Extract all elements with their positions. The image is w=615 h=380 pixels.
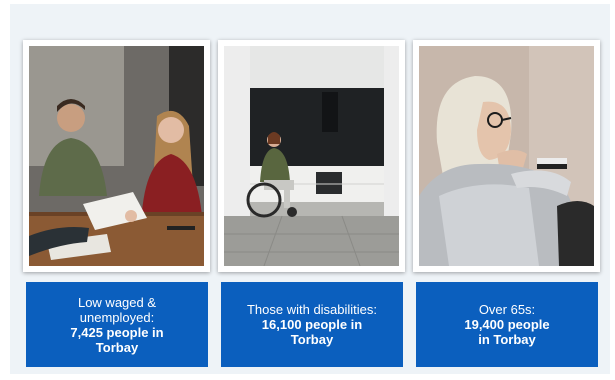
slide-panel: Low waged & unemployed: 7,425 people in …	[10, 4, 610, 374]
caption-disabilities: Those with disabilities: 16,100 people i…	[221, 282, 403, 367]
caption-stat: 7,425 people in	[70, 324, 164, 340]
photo-card-low-waged	[23, 40, 210, 272]
caption-stat: in Torbay	[478, 332, 536, 347]
photo-card-disabilities	[218, 40, 405, 272]
caption-line: Low waged &	[77, 294, 157, 310]
caption-stat: Torbay	[290, 332, 334, 347]
caption-line: Those with disabilities:	[246, 302, 378, 317]
caption-over-65s: Over 65s: 19,400 people in Torbay	[416, 282, 598, 367]
photo-card-over-65s	[413, 40, 600, 272]
caption-stat: Torbay	[95, 339, 139, 355]
older-woman-photo	[419, 46, 594, 266]
caption-line: unemployed:	[79, 309, 155, 325]
people-at-table-photo	[29, 46, 204, 266]
caption-stat: 19,400 people	[464, 317, 550, 332]
caption-stat: 16,100 people in	[261, 317, 363, 332]
caption-low-waged: Low waged & unemployed: 7,425 people in …	[26, 282, 208, 367]
caption-line: Over 65s:	[478, 302, 536, 317]
wheelchair-kitchen-photo	[224, 46, 399, 266]
